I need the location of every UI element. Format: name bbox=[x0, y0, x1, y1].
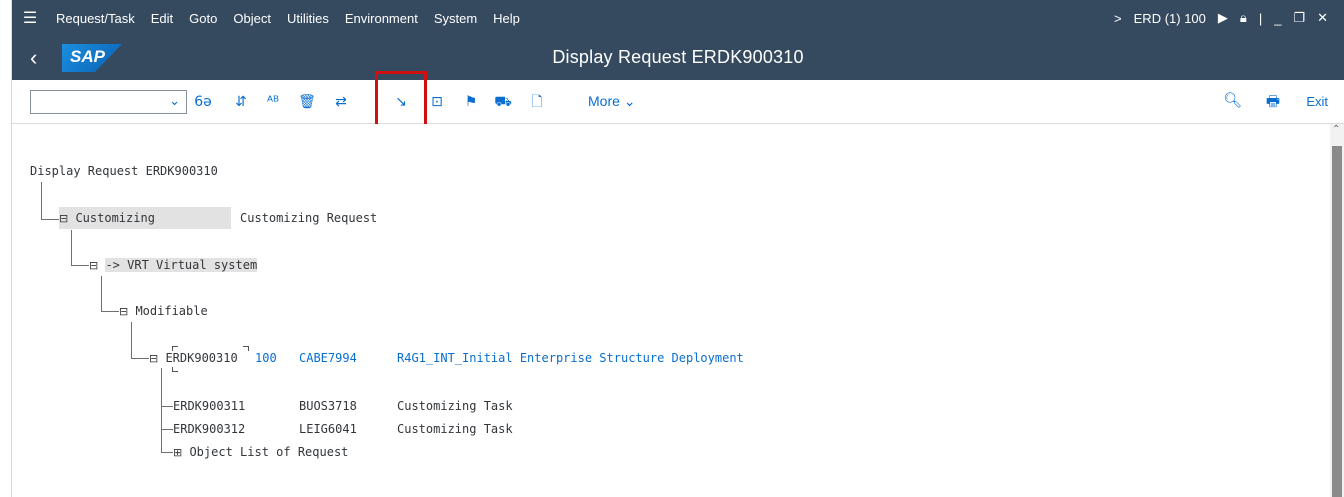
request-client[interactable]: 100 bbox=[255, 351, 277, 365]
scrollbar-thumb[interactable] bbox=[1332, 146, 1342, 497]
tree-line bbox=[41, 182, 42, 220]
menu-edit[interactable]: Edit bbox=[143, 11, 181, 26]
minimize-icon[interactable]: _ bbox=[1268, 11, 1287, 26]
vertical-scrollbar[interactable]: ⌃ bbox=[1330, 124, 1344, 497]
tree-line bbox=[101, 311, 119, 312]
menu-help[interactable]: Help bbox=[485, 11, 528, 26]
display-change-icon[interactable]: 6ə bbox=[192, 91, 214, 113]
folder-open-icon[interactable]: ⊟ bbox=[119, 305, 128, 318]
tree-line bbox=[161, 429, 173, 430]
selection-bracket bbox=[172, 367, 178, 372]
task-owner: BUOS3718 bbox=[299, 399, 357, 413]
hierarchy-icon[interactable]: ⇵ bbox=[230, 91, 252, 113]
selection-bracket bbox=[172, 346, 178, 351]
more-button[interactable]: More ⌄ bbox=[588, 93, 636, 110]
background-window-edge bbox=[0, 0, 12, 497]
hamburger-icon[interactable]: ☰ bbox=[12, 8, 48, 28]
tree-line bbox=[161, 368, 162, 452]
request-owner[interactable]: CABE7994 bbox=[299, 351, 357, 365]
flag-icon[interactable]: ⚑ bbox=[460, 91, 482, 113]
selection-bracket bbox=[243, 346, 249, 351]
menu-environment[interactable]: Environment bbox=[337, 11, 426, 26]
folder-closed-icon[interactable]: ⊞ bbox=[173, 446, 182, 459]
separator: | bbox=[1258, 10, 1263, 26]
tree-line bbox=[131, 358, 149, 359]
exit-button[interactable]: Exit bbox=[1306, 94, 1328, 109]
play-icon[interactable]: ▶ bbox=[1212, 10, 1234, 26]
document-icon[interactable]: 🗋 bbox=[526, 91, 548, 113]
tree-line bbox=[71, 230, 72, 266]
tree-line bbox=[161, 452, 173, 453]
close-icon[interactable]: ✕ bbox=[1311, 10, 1334, 26]
application-toolbar: ⌄ 6ə ⇵ ᴬᴮ 🗑︎ ⇄ ↘ ⊡ ⚑ ⛟ 🗋 More ⌄ 🔍︎ 🖶 Exi… bbox=[12, 71, 1344, 127]
folder-open-icon[interactable]: ⊟ bbox=[89, 259, 98, 272]
lock-icon[interactable]: 🔒︎ bbox=[1234, 10, 1253, 26]
tree-heading: Display Request ERDK900310 bbox=[30, 164, 218, 178]
menu-bar: ☰ Request/Task Edit Goto Object Utilitie… bbox=[12, 0, 1344, 36]
tree-node-customizing[interactable]: ⊟ Customizing bbox=[59, 207, 231, 229]
object-list-icon[interactable]: ⊡ bbox=[426, 91, 448, 113]
task-owner: LEIG6041 bbox=[299, 422, 357, 436]
chevron-down-icon[interactable]: ⌄ bbox=[169, 93, 180, 109]
tree-node-target[interactable]: ⊟ -> VRT Virtual system bbox=[89, 258, 258, 272]
command-field[interactable]: ⌄ bbox=[30, 90, 187, 114]
request-number[interactable]: ERDK900310 bbox=[165, 351, 237, 365]
tree-line bbox=[71, 265, 89, 266]
tree-line bbox=[131, 322, 132, 359]
maximize-icon[interactable]: ❐ bbox=[1287, 10, 1311, 26]
tree-node-request[interactable]: ⊟ ERDK900310 bbox=[149, 351, 238, 365]
task-number[interactable]: ERDK900311 bbox=[173, 399, 245, 413]
menu-object[interactable]: Object bbox=[225, 11, 279, 26]
menu-request-task[interactable]: Request/Task bbox=[48, 11, 143, 26]
print-icon[interactable]: 🖶 bbox=[1266, 91, 1280, 116]
menu-utilities[interactable]: Utilities bbox=[279, 11, 337, 26]
menu-system[interactable]: System bbox=[426, 11, 485, 26]
tree-line bbox=[101, 276, 102, 312]
tree-line bbox=[161, 406, 173, 407]
system-info: ERD (1) 100 bbox=[1133, 10, 1206, 26]
scroll-up-icon[interactable]: ⌃ bbox=[1332, 124, 1340, 135]
task-description: Customizing Task bbox=[397, 422, 513, 436]
task-number[interactable]: ERDK900312 bbox=[173, 422, 245, 436]
delete-icon[interactable]: 🗑︎ bbox=[296, 91, 318, 113]
tree-line bbox=[41, 219, 59, 220]
truck-icon[interactable]: ⛟ bbox=[492, 91, 514, 113]
task-description: Customizing Task bbox=[397, 399, 513, 413]
tree-node-object-list[interactable]: ⊞ Object List of Request bbox=[173, 445, 348, 459]
folder-open-icon[interactable]: ⊟ bbox=[149, 352, 158, 365]
customizing-description: Customizing Request bbox=[240, 211, 378, 225]
sort-icon[interactable]: ᴬᴮ bbox=[262, 91, 284, 113]
highlight-box bbox=[375, 71, 427, 127]
page-title: Display Request ERDK900310 bbox=[552, 47, 804, 67]
title-bar: ‹ SAP Display Request ERDK900310 bbox=[12, 36, 1344, 80]
request-tree: Display Request ERDK900310 ⊟ Customizing… bbox=[12, 124, 1330, 497]
search-icon[interactable]: 🔍︎ bbox=[1223, 91, 1242, 109]
tree-node-modifiable[interactable]: ⊟ Modifiable bbox=[119, 304, 208, 318]
menu-goto[interactable]: Goto bbox=[181, 11, 225, 26]
chevron-right-icon[interactable]: > bbox=[1108, 11, 1128, 26]
folder-open-icon[interactable]: ⊟ bbox=[59, 212, 68, 225]
transport-icon[interactable]: ⇄ bbox=[330, 91, 352, 113]
request-description[interactable]: R4G1_INT_Initial Enterprise Structure De… bbox=[397, 351, 744, 365]
